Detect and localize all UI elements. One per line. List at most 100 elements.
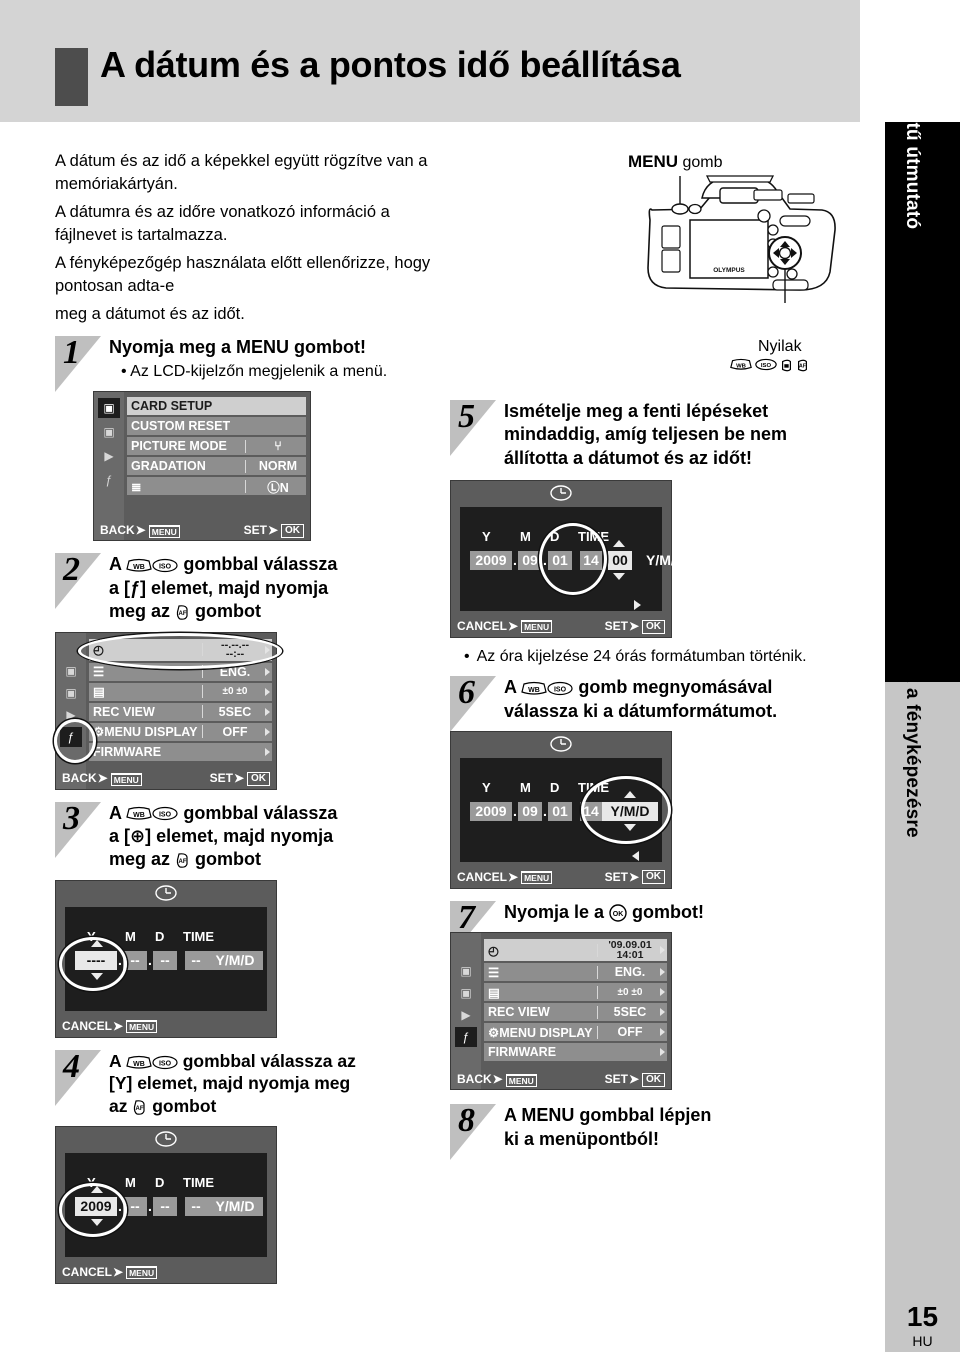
menu-row-picture-mode[interactable]: PICTURE MODE ⑂ bbox=[127, 437, 306, 456]
lcd-setup-menu-filled: ▣ ▣ ▶ ƒ ◴ '09.09.01 14:01 ☰ ENG. ▤ ±0 ±0… bbox=[450, 932, 672, 1091]
menu-row-gradation[interactable]: GRADATION NORM bbox=[127, 457, 306, 476]
menu-row-menu-display[interactable]: ⚙MENU DISPLAY OFF bbox=[484, 1023, 667, 1042]
field-day[interactable]: -- bbox=[153, 1196, 177, 1216]
menu-row-language[interactable]: ☰ ENG. bbox=[89, 662, 272, 681]
rail-playback-icon[interactable]: ▶ bbox=[455, 1005, 477, 1025]
field-date-format[interactable]: Y/M/D bbox=[602, 801, 658, 821]
menu-row-menu-display[interactable]: ⚙MENU DISPLAY OFF bbox=[89, 722, 272, 741]
footer-set: SET➤ OK bbox=[605, 870, 665, 885]
rail-playback-icon[interactable]: ▶ bbox=[60, 705, 82, 725]
caret-up-icon bbox=[624, 790, 636, 798]
chevron-right-icon bbox=[265, 645, 270, 654]
menu-row-monitor-adjust[interactable]: ▤ ±0 ±0 bbox=[484, 983, 667, 1002]
lcd-setup-menu-blank-rail: ▣ ▣ ▶ ƒ bbox=[56, 632, 86, 789]
step-2-line1-a: A bbox=[109, 554, 127, 575]
step-3-line1-a: A bbox=[109, 802, 127, 823]
svg-text:OLYMPUS: OLYMPUS bbox=[713, 267, 745, 274]
title-accent-bar bbox=[55, 48, 88, 106]
field-hour[interactable]: -- bbox=[185, 950, 207, 970]
chevron-right-icon bbox=[265, 667, 270, 676]
field-day[interactable]: 01 bbox=[548, 551, 572, 571]
menu-row-quality[interactable]: ≣ ⓁN bbox=[127, 477, 306, 496]
rail-wrench-icon[interactable]: ƒ bbox=[60, 726, 82, 747]
field-minute[interactable]: 00 bbox=[608, 551, 632, 571]
menu-row-monitor-value: ±0 ±0 bbox=[222, 686, 248, 698]
rail-wrench-icon[interactable]: ƒ bbox=[98, 470, 120, 490]
ok-badge: OK bbox=[642, 1072, 665, 1087]
lcd-shooting-menu: ▣ ▣ ▶ ƒ CARD SETUP CUSTOM RESET PICTURE … bbox=[93, 391, 311, 542]
menu-row-firmware-label: FIRMWARE bbox=[488, 1045, 557, 1060]
step-7-line1-a: Nyomja le a bbox=[504, 901, 610, 922]
menu-row-rec-view[interactable]: REC VIEW 5SEC bbox=[484, 1003, 667, 1022]
camera-back-illustration: OLYMPUS bbox=[640, 168, 850, 328]
footer-set: SET➤ OK bbox=[210, 771, 270, 786]
field-month[interactable]: -- bbox=[123, 950, 147, 970]
rail-camera-2-icon[interactable]: ▣ bbox=[60, 683, 82, 703]
rail-camera-1-icon[interactable]: ▣ bbox=[455, 961, 477, 981]
header-day: D bbox=[155, 928, 165, 944]
iso-button-icon: ISO bbox=[152, 806, 178, 821]
step-6: 6 A WB ISO gomb megnyomásával válassza ki… bbox=[450, 674, 850, 733]
caret-up-icon bbox=[613, 540, 625, 548]
field-month[interactable]: -- bbox=[123, 1196, 147, 1216]
arrows-callout-label: Nyilak bbox=[758, 338, 802, 355]
step-1-number: 1 bbox=[63, 333, 80, 371]
menu-row-date-time[interactable]: ◴ --.--.-- --:-- bbox=[89, 638, 272, 661]
field-hour[interactable]: -- bbox=[185, 1196, 207, 1216]
af-button-icon: AF bbox=[132, 1099, 147, 1116]
menu-row-rec-view[interactable]: REC VIEW 5SEC bbox=[89, 702, 272, 721]
menu-row-firmware[interactable]: FIRMWARE bbox=[484, 1043, 667, 1062]
chevron-right-icon bbox=[660, 1028, 665, 1037]
field-date-format[interactable]: Y/M/D bbox=[207, 1196, 263, 1216]
menu-row-custom-reset[interactable]: CUSTOM RESET bbox=[127, 417, 306, 436]
field-date-format[interactable]: Y/M/D bbox=[207, 950, 263, 970]
menu-row-date-time[interactable]: ◴ '09.09.01 14:01 bbox=[484, 939, 667, 962]
field-year[interactable]: 2009 bbox=[470, 551, 512, 571]
gear-icon: ⚙ bbox=[488, 1025, 500, 1040]
field-month[interactable]: 09 bbox=[518, 801, 542, 821]
menu-row-firmware[interactable]: FIRMWARE bbox=[89, 742, 272, 761]
menu-row-monitor-adjust[interactable]: ▤ ±0 ±0 bbox=[89, 682, 272, 701]
field-year[interactable]: 2009 bbox=[470, 801, 512, 821]
svg-text:ISO: ISO bbox=[159, 564, 172, 571]
field-year[interactable]: 2009 bbox=[75, 1196, 117, 1216]
field-hour[interactable]: 14 bbox=[580, 551, 602, 571]
field-date-format[interactable]: Y/M/D bbox=[646, 551, 696, 570]
af-button-icon: AF bbox=[175, 604, 190, 621]
rail-camera-2-icon[interactable]: ▣ bbox=[98, 422, 120, 442]
menu-row-language[interactable]: ☰ ENG. bbox=[484, 963, 667, 982]
wb-button-icon: WB bbox=[126, 806, 153, 821]
field-hour[interactable]: 14 bbox=[580, 801, 602, 821]
step-6-line2: válassza ki a dátumformátumot. bbox=[504, 700, 778, 721]
menu-row-card-setup[interactable]: CARD SETUP bbox=[127, 397, 306, 416]
header-day: D bbox=[550, 529, 560, 545]
ok-button-icon: OK bbox=[609, 904, 627, 922]
caret-left-icon bbox=[632, 850, 639, 861]
lcd-date-format-clock-icon bbox=[451, 732, 671, 756]
side-tab-preparation-label: Előkészületek a fényképezésre bbox=[901, 554, 923, 838]
field-year[interactable]: ---- bbox=[75, 950, 117, 970]
menu-row-menu-display-value: OFF bbox=[222, 724, 248, 739]
rail-camera-1-icon[interactable]: ▣ bbox=[60, 661, 82, 681]
chevron-right-icon bbox=[265, 707, 270, 716]
clock-icon: ◴ bbox=[488, 943, 499, 958]
wb-button-icon: WB bbox=[126, 558, 153, 573]
menu-row-quality-value: ⓁN bbox=[267, 480, 289, 495]
menu-row-picture-mode-value: ⑂ bbox=[274, 439, 282, 454]
iso-button-icon: ISO bbox=[152, 1055, 178, 1070]
field-month[interactable]: 09 bbox=[518, 551, 542, 571]
step-3-badge: 3 bbox=[55, 800, 103, 858]
field-day[interactable]: -- bbox=[153, 950, 177, 970]
arrow-keys-legend: WB ISO AF bbox=[730, 358, 809, 373]
menu-row-time-value: --:-- bbox=[225, 647, 245, 660]
rail-playback-icon[interactable]: ▶ bbox=[98, 446, 120, 466]
intro-line-4: meg a dátumot és az időt. bbox=[55, 304, 245, 323]
lcd-date-year: Y M D TIME 2009 . -- . -- -- : -- Y/M/D … bbox=[55, 1125, 277, 1284]
intro-line-2: A dátumra és az időre vonatkozó informác… bbox=[55, 202, 390, 245]
rail-camera-2-icon[interactable]: ▣ bbox=[455, 983, 477, 1003]
rail-camera-1-icon[interactable]: ▣ bbox=[98, 398, 120, 419]
lcd-date-format-panel: Y M D TIME 2009 . 09 . 01 14 : 00 Y/M/D bbox=[460, 757, 662, 862]
field-day[interactable]: 01 bbox=[548, 801, 572, 821]
rail-wrench-icon[interactable]: ƒ bbox=[455, 1027, 477, 1048]
step-8-menu-keyword: MENU bbox=[521, 1105, 575, 1126]
